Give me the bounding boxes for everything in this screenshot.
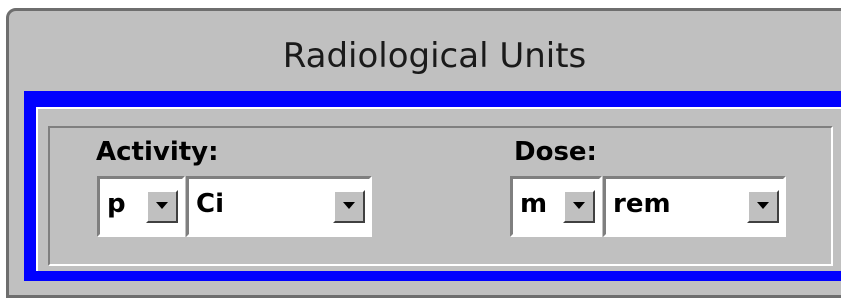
- chevron-down-icon: [573, 202, 585, 209]
- chevron-down-icon: [757, 202, 769, 209]
- dose-unit-select[interactable]: rem: [603, 176, 786, 237]
- activity-prefix-select[interactable]: p: [97, 176, 185, 237]
- activity-prefix-dropdown-button[interactable]: [146, 190, 178, 223]
- dose-prefix-select[interactable]: m: [510, 176, 602, 237]
- activity-label: Activity:: [96, 137, 219, 167]
- activity-unit-value: Ci: [196, 189, 224, 219]
- chevron-down-icon: [343, 202, 355, 209]
- chevron-down-icon: [156, 202, 168, 209]
- window-title: Radiological Units: [282, 36, 587, 76]
- dose-label: Dose:: [514, 137, 597, 167]
- dose-unit-dropdown-button[interactable]: [747, 190, 779, 223]
- activity-prefix-value: p: [107, 189, 126, 219]
- dose-prefix-value: m: [520, 189, 548, 219]
- dose-prefix-dropdown-button[interactable]: [563, 190, 595, 223]
- dose-unit-value: rem: [613, 189, 671, 219]
- activity-unit-select[interactable]: Ci: [186, 176, 372, 237]
- activity-unit-dropdown-button[interactable]: [333, 190, 365, 223]
- title-bar: Radiological Units: [14, 22, 841, 94]
